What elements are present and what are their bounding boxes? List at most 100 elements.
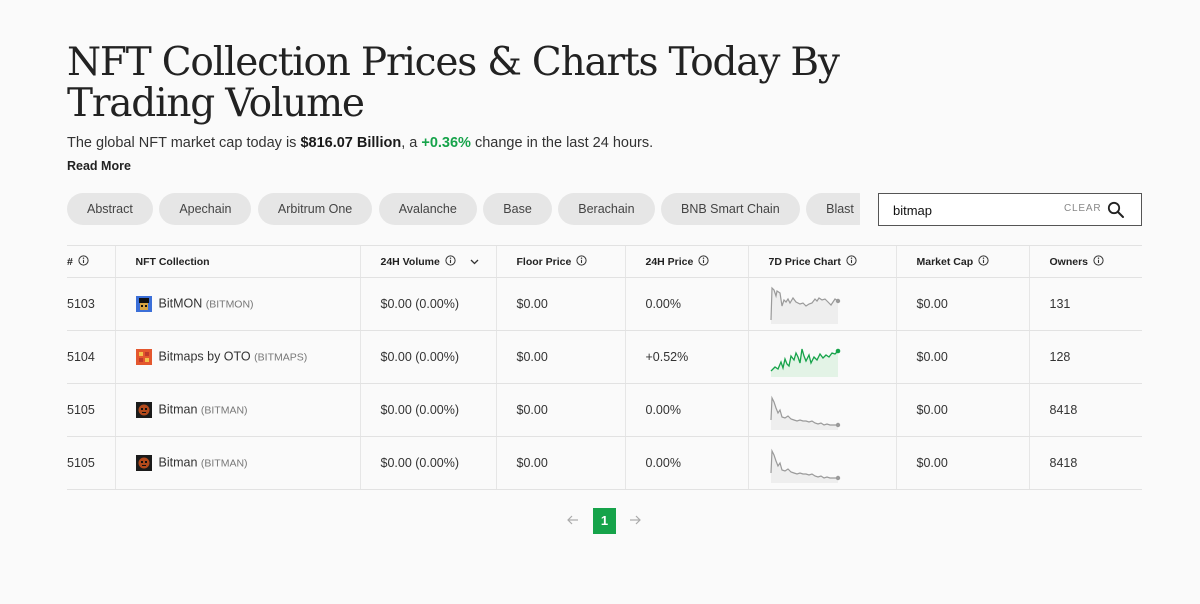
- table-row[interactable]: 5103 BitMON (BITMON) $0.00 (0.00%) $0.00…: [67, 277, 1142, 331]
- collection-name[interactable]: Bitmaps by OTO: [159, 349, 251, 363]
- chain-chip-arbitrum-one[interactable]: Arbitrum One: [257, 193, 373, 225]
- volume-cell: $0.00 (0.00%): [359, 277, 496, 331]
- chain-filter-bar: Abstract Apechain Arbitrum One Avalanche…: [67, 193, 860, 226]
- sort-chevron-down-icon[interactable]: [470, 256, 479, 268]
- header-owners[interactable]: Owners: [1028, 245, 1142, 278]
- table-row[interactable]: 5105 Bitman (BITMAN) $0.00 (0.00%) $0.00…: [67, 436, 1142, 490]
- chain-chip-abstract[interactable]: Abstract: [67, 193, 153, 225]
- arrow-right-icon[interactable]: [628, 513, 642, 532]
- price-change-cell: 0.00%: [624, 277, 748, 331]
- owners-cell: 8418: [1028, 436, 1142, 490]
- price-change-cell: 0.00%: [624, 436, 748, 490]
- table-row[interactable]: 5105 Bitman (BITMAN) $0.00 (0.00%) $0.00…: [67, 383, 1142, 437]
- nft-collections-table: # NFT Collection 24H Volume Floor Price …: [67, 245, 1142, 490]
- chain-chip-apechain[interactable]: Apechain: [159, 193, 252, 225]
- collection-cell[interactable]: Bitmaps by OTO (BITMAPS): [114, 330, 360, 384]
- header-market-cap-label: Market Cap: [916, 255, 974, 268]
- floor-price-cell: $0.00: [495, 383, 625, 437]
- sparkline-chart: [769, 448, 840, 483]
- page-title: NFT Collection Prices & Charts Today By …: [67, 40, 840, 126]
- search-input[interactable]: [891, 200, 1055, 220]
- collection-name[interactable]: Bitman: [159, 402, 198, 416]
- header-floor-label: Floor Price: [516, 255, 572, 268]
- market-change-value: +0.36%: [421, 135, 471, 151]
- header-rank-label: #: [67, 255, 73, 268]
- rank-cell: 5105: [67, 436, 115, 490]
- market-cap-cell: $0.00: [895, 277, 1029, 331]
- volume-cell: $0.00 (0.00%): [359, 383, 496, 437]
- collection-cell[interactable]: Bitman (BITMAN): [114, 436, 360, 490]
- summary-mid: , a: [401, 135, 422, 151]
- price-change-cell: 0.00%: [624, 383, 748, 437]
- chart-cell: [747, 436, 896, 490]
- market-cap-cell: $0.00: [895, 383, 1029, 437]
- collection-cell[interactable]: BitMON (BITMON): [114, 277, 360, 331]
- header-floor-price[interactable]: Floor Price: [495, 245, 625, 278]
- sparkline-chart: [770, 348, 840, 377]
- collection-symbol: (BITMAN): [200, 404, 248, 417]
- collection-symbol: (BITMAN): [200, 457, 248, 470]
- chain-chip-blast[interactable]: Blast: [806, 193, 860, 225]
- header-market-cap[interactable]: Market Cap: [895, 245, 1029, 278]
- header-price-chart: 7D Price Chart: [747, 245, 896, 278]
- header-collection-label: NFT Collection: [135, 255, 210, 268]
- floor-price-cell: $0.00: [495, 436, 625, 490]
- read-more-link[interactable]: Read More: [67, 159, 131, 173]
- info-icon[interactable]: [846, 254, 857, 269]
- collection-name[interactable]: BitMON: [159, 296, 203, 310]
- collection-name[interactable]: Bitman: [159, 455, 198, 469]
- info-icon[interactable]: [576, 254, 587, 269]
- owners-cell: 128: [1028, 330, 1142, 384]
- owners-cell: 131: [1028, 277, 1142, 331]
- market-cap-cell: $0.00: [895, 330, 1029, 384]
- market-cap-value: $816.07 Billion: [300, 135, 402, 151]
- page-button-current[interactable]: 1: [593, 508, 616, 534]
- volume-cell: $0.00 (0.00%): [359, 436, 496, 490]
- rank-cell: 5104: [67, 330, 115, 384]
- info-icon[interactable]: [78, 254, 89, 269]
- summary-suffix: change in the last 24 hours.: [470, 135, 654, 151]
- table-header-row: # NFT Collection 24H Volume Floor Price …: [67, 245, 1142, 278]
- table-row[interactable]: 5104 Bitmaps by OTO (BITMAPS) $0.00 (0.0…: [67, 330, 1142, 384]
- price-change-cell: +0.52%: [624, 330, 748, 384]
- header-volume-label: 24H Volume: [380, 255, 440, 268]
- collection-symbol: (BITMAPS): [254, 351, 308, 364]
- bitmon-avatar-icon: [135, 296, 152, 312]
- header-price-change[interactable]: 24H Price: [624, 245, 748, 278]
- info-icon[interactable]: [978, 254, 989, 269]
- clear-search-button[interactable]: CLEAR: [1064, 203, 1101, 214]
- market-cap-cell: $0.00: [895, 436, 1029, 490]
- market-summary: The global NFT market cap today is $816.…: [67, 135, 653, 151]
- header-chart-label: 7D Price Chart: [768, 255, 841, 268]
- arrow-left-icon[interactable]: [566, 513, 580, 532]
- owners-cell: 8418: [1028, 383, 1142, 437]
- sparkline-chart: [769, 395, 840, 430]
- search-icon[interactable]: [1107, 201, 1125, 224]
- chain-chip-avalanche[interactable]: Avalanche: [378, 193, 477, 225]
- bitman-avatar-icon: [135, 455, 152, 471]
- collection-symbol: (BITMON): [205, 298, 254, 311]
- header-price-change-label: 24H Price: [645, 255, 694, 268]
- bitman-avatar-icon: [135, 402, 152, 418]
- header-volume[interactable]: 24H Volume: [359, 245, 496, 278]
- chain-chip-bnb-smart-chain[interactable]: BNB Smart Chain: [661, 193, 800, 225]
- chain-chip-berachain[interactable]: Berachain: [558, 193, 655, 225]
- chain-chip-base[interactable]: Base: [483, 193, 552, 225]
- header-rank[interactable]: #: [67, 245, 115, 278]
- sparkline-chart: [769, 286, 840, 324]
- floor-price-cell: $0.00: [495, 277, 625, 331]
- search-box: CLEAR: [878, 193, 1142, 226]
- floor-price-cell: $0.00: [495, 330, 625, 384]
- chart-cell: [747, 330, 896, 384]
- info-icon[interactable]: [445, 254, 456, 269]
- info-icon[interactable]: [1093, 254, 1104, 269]
- header-owners-label: Owners: [1049, 255, 1089, 268]
- rank-cell: 5105: [67, 383, 115, 437]
- collection-cell[interactable]: Bitman (BITMAN): [114, 383, 360, 437]
- chart-cell: [747, 277, 896, 331]
- chart-cell: [747, 383, 896, 437]
- summary-prefix: The global NFT market cap today is: [67, 135, 301, 151]
- info-icon[interactable]: [698, 254, 709, 269]
- header-collection[interactable]: NFT Collection: [114, 245, 360, 278]
- bitmaps-avatar-icon: [135, 349, 152, 365]
